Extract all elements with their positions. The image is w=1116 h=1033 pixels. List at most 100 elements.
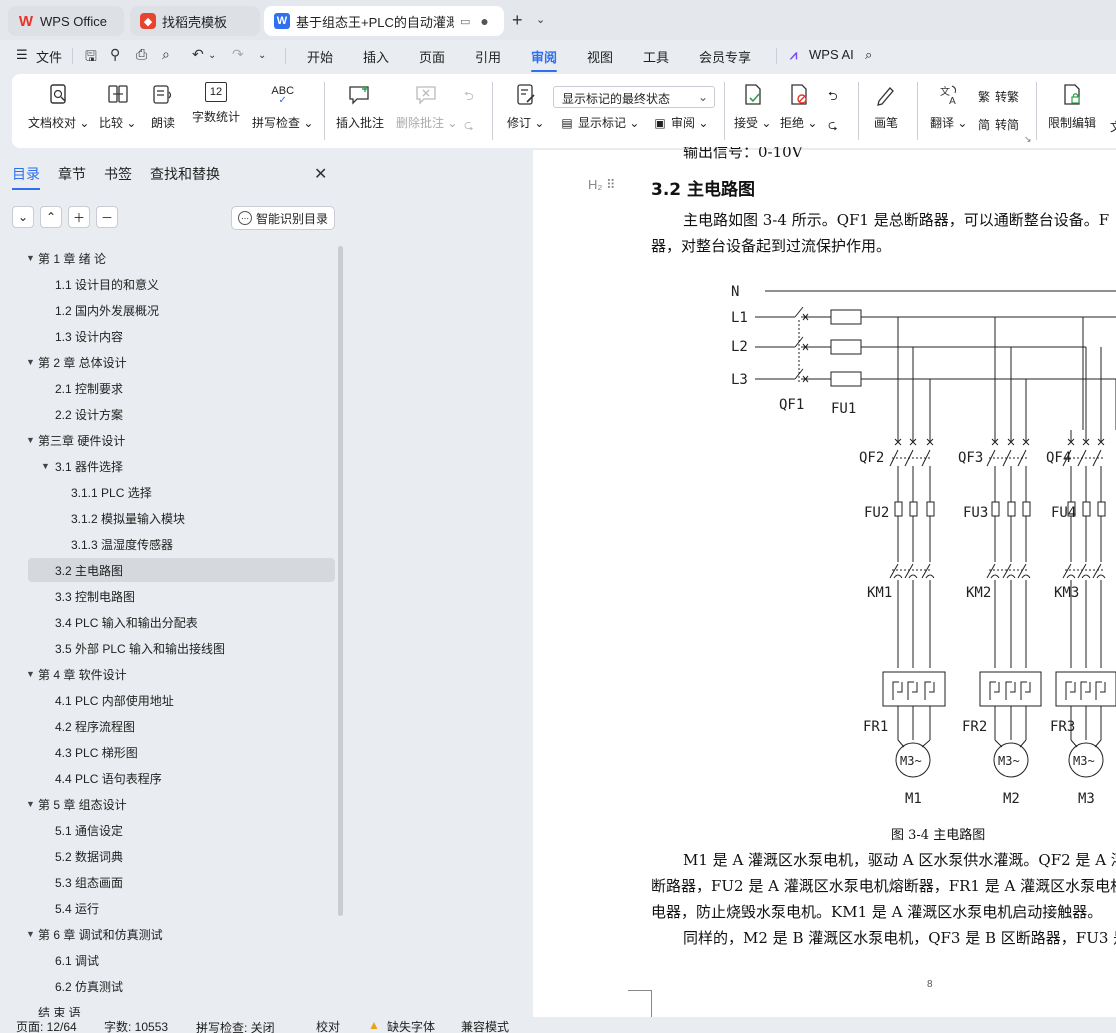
menu-view[interactable]: 视图 (587, 47, 613, 66)
toc-item[interactable]: 5.3 组态画面 (0, 870, 335, 894)
tab-wps-office[interactable]: W WPS Office (8, 6, 124, 36)
missing-font-status[interactable]: 缺失字体 (387, 1018, 435, 1033)
spell-check-status[interactable]: 拼写检查: 关闭 ⌄ (196, 1018, 275, 1033)
prev-comment-icon[interactable]: ⮌ (464, 87, 474, 108)
expand-corner-icon[interactable]: ↘ (1024, 134, 1032, 145)
menu-insert[interactable]: 插入 (363, 47, 389, 66)
menu-review[interactable]: 审阅 (531, 47, 558, 72)
heading-level-marker[interactable]: H₂ ⠿ (588, 177, 616, 193)
undo-dropdown-icon[interactable]: ⌄ (208, 50, 216, 61)
toc-item[interactable]: 1.2 国内外发展概况 (0, 298, 335, 322)
print-preview-icon[interactable]: ⌕ (162, 46, 170, 63)
toc-item[interactable]: 3.4 PLC 输入和输出分配表 (0, 610, 335, 634)
toc-item[interactable]: ▼ 第 1 章 绪 论 (0, 246, 335, 270)
toc-item[interactable]: 5.2 数据词典 (0, 844, 335, 868)
sidebar-scrollbar[interactable] (338, 246, 343, 916)
toc-item[interactable]: 3.1.3 温湿度传感器 (0, 532, 335, 556)
accept-button[interactable]: 接受 ⌄ (734, 82, 771, 131)
toc-item[interactable]: ▼ 第三章 硬件设计 (0, 428, 335, 452)
toc-item[interactable]: 3.1.2 模拟量输入模块 (0, 506, 335, 530)
tab-toc[interactable]: 目录 (12, 164, 40, 190)
to-traditional-button[interactable]: 繁转繁 (976, 88, 1019, 105)
to-simplified-button[interactable]: 简转简 (976, 116, 1019, 133)
toc-item[interactable]: 5.1 通信设定 (0, 818, 335, 842)
redo-icon[interactable]: ↷ (232, 46, 244, 63)
translate-button[interactable]: 文A 翻译 ⌄ (930, 82, 967, 131)
proofread-status[interactable]: 校对 (316, 1018, 340, 1033)
word-count-button[interactable]: 12 字数统计 (192, 82, 240, 125)
reject-button[interactable]: 拒绝 ⌄ (780, 82, 817, 131)
print-icon[interactable]: ⎙ (136, 46, 147, 63)
remove-heading-button[interactable]: － (96, 206, 118, 228)
insert-comment-button[interactable]: 插入批注 (336, 82, 384, 131)
toc-item[interactable]: 1.1 设计目的和意义 (0, 272, 335, 296)
menu-tools[interactable]: 工具 (643, 47, 669, 66)
tab-document[interactable]: W 基于组态王+PLC的自动灌溉控 ▭ ● (264, 6, 504, 36)
next-comment-icon[interactable]: ⮎ (464, 116, 474, 137)
toc-item[interactable]: 2.1 控制要求 (0, 376, 335, 400)
toc-item[interactable]: ▼ 3.1 器件选择 (0, 454, 335, 478)
menu-page[interactable]: 页面 (419, 47, 445, 66)
search-icon[interactable]: ⌕ (865, 47, 872, 63)
unsaved-dot-icon[interactable]: ● (480, 13, 488, 29)
toc-item[interactable]: 3.2 主电路图 (28, 558, 335, 582)
collapse-all-button[interactable]: ⌄ (12, 206, 34, 228)
new-tab-button[interactable]: + (512, 10, 523, 31)
show-markup-dropdown[interactable]: ▤ 显示标记 ⌄ (559, 114, 639, 131)
toc-item[interactable]: 2.2 设计方案 (0, 402, 335, 426)
expand-triangle-icon[interactable]: ▼ (26, 799, 35, 809)
toc-item[interactable]: 4.4 PLC 语句表程序 (0, 766, 335, 790)
review-pane-dropdown[interactable]: ▣ 审阅 ⌄ (652, 114, 708, 131)
toc-item[interactable]: ▼ 第 2 章 总体设计 (0, 350, 335, 374)
add-heading-button[interactable]: ＋ (68, 206, 90, 228)
restrict-edit-button[interactable]: 限制编辑 (1048, 82, 1096, 131)
pen-button[interactable]: 画笔 (873, 82, 899, 131)
menu-member[interactable]: 会员专享 (699, 47, 751, 66)
doc-check-button[interactable]: 文档校对 ⌄ (28, 82, 89, 131)
save-icon[interactable]: 🖫 (85, 46, 97, 70)
share-icon[interactable]: ⚲ (110, 46, 120, 63)
expand-triangle-icon[interactable]: ▼ (41, 461, 50, 471)
toc-item[interactable]: ▼ 第 6 章 调试和仿真测试 (0, 922, 335, 946)
toc-item[interactable]: 1.3 设计内容 (0, 324, 335, 348)
toc-item[interactable]: 4.2 程序流程图 (0, 714, 335, 738)
revise-button[interactable]: 修订 ⌄ (507, 82, 544, 131)
toc-item[interactable]: 3.3 控制电路图 (0, 584, 335, 608)
spell-check-button[interactable]: ABC ✓ 拼写检查 ⌄ (252, 82, 313, 131)
toc-item[interactable]: 3.5 外部 PLC 输入和输出接线图 (0, 636, 335, 660)
toc-item[interactable]: ▼ 第 5 章 组态设计 (0, 792, 335, 816)
hamburger-icon[interactable]: ☰ (16, 47, 28, 63)
toc-item[interactable]: ▼ 第 4 章 软件设计 (0, 662, 335, 686)
prev-change-icon[interactable]: ⮌ (828, 87, 838, 108)
smart-toc-button[interactable]: ⋯ 智能识别目录 (231, 206, 335, 230)
delete-comment-button[interactable]: 删除批注 ⌄ (396, 82, 457, 131)
markup-state-select[interactable]: 显示标记的最终状态 ⌄ (553, 86, 715, 108)
menu-start[interactable]: 开始 (307, 47, 333, 66)
expand-triangle-icon[interactable]: ▼ (26, 357, 35, 367)
tab-bookmarks[interactable]: 书签 (104, 164, 132, 184)
toc-item[interactable]: 3.1.1 PLC 选择 (0, 480, 335, 504)
toc-item[interactable]: 6.1 调试 (0, 948, 335, 972)
tab-daoke-templates[interactable]: ◆ 找稻壳模板 (130, 6, 260, 36)
toc-item[interactable]: 4.1 PLC 内部使用地址 (0, 688, 335, 712)
ribbon-overflow-label[interactable]: 文 (1110, 118, 1116, 135)
expand-triangle-icon[interactable]: ▼ (26, 253, 35, 263)
word-count-status[interactable]: 字数: 10553 (104, 1018, 168, 1033)
tab-find-replace[interactable]: 查找和替换 (150, 164, 220, 184)
menu-reference[interactable]: 引用 (475, 47, 501, 66)
chevron-down-icon[interactable]: ⌄ (536, 13, 545, 26)
compare-button[interactable]: 比较 ⌄ (99, 82, 136, 131)
more-chevron-icon[interactable]: ⌄ (258, 50, 266, 61)
expand-triangle-icon[interactable]: ▼ (26, 435, 35, 445)
tab-sections[interactable]: 章节 (58, 164, 86, 184)
toc-item[interactable]: 4.3 PLC 梯形图 (0, 740, 335, 764)
toc-item[interactable]: 5.4 运行 (0, 896, 335, 920)
close-icon[interactable]: ✕ (314, 164, 327, 184)
expand-triangle-icon[interactable]: ▼ (26, 929, 35, 939)
next-change-icon[interactable]: ⮎ (828, 116, 838, 137)
menu-file[interactable]: 文件 (36, 47, 62, 66)
read-aloud-button[interactable]: 朗读 (150, 82, 176, 131)
menu-wps-ai[interactable]: WPS AI (809, 47, 854, 62)
toc-item[interactable]: 6.2 仿真测试 (0, 974, 335, 998)
expand-triangle-icon[interactable]: ▼ (26, 669, 35, 679)
